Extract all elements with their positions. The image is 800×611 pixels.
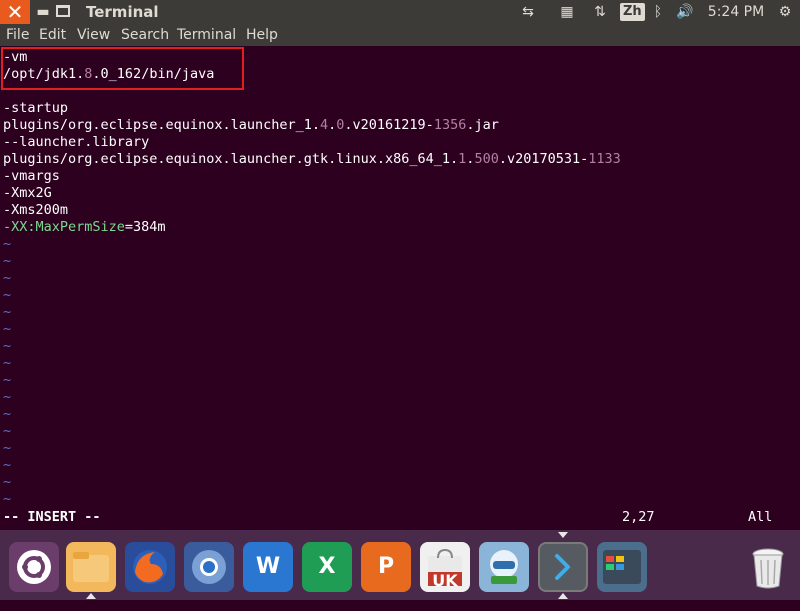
top-panel: ✕ ▬ Terminal ⇆ ▦ ⇅ Zh ᛒ 🔊 5:24 PM ⚙	[0, 0, 800, 24]
editor-line: -vmargs	[3, 168, 60, 185]
gear-icon[interactable]: ⚙	[775, 0, 795, 24]
wps-writer-icon[interactable]: W	[243, 542, 293, 592]
monitor-robot-icon	[490, 550, 518, 584]
network-indicator-icon[interactable]: ⇆	[517, 0, 539, 24]
empty-line-marker: ~	[3, 389, 12, 405]
firefox-icon[interactable]	[125, 542, 175, 592]
trash-can-icon	[752, 548, 784, 589]
chromium-logo-icon	[192, 550, 226, 584]
volume-icon[interactable]: 🔊	[673, 0, 697, 24]
clock[interactable]: 5:24 PM	[707, 0, 765, 24]
system-monitor-icon[interactable]	[479, 542, 529, 592]
empty-line-marker: ~	[3, 355, 12, 371]
chromium-icon[interactable]	[184, 542, 234, 592]
editor-text: =384m	[124, 219, 166, 235]
editor-text: plugins/org.eclipse.equinox.launcher_1.	[3, 117, 320, 133]
menu-view[interactable]: View	[77, 27, 110, 43]
empty-line-marker: ~	[3, 338, 12, 354]
menu-help[interactable]: Help	[246, 27, 278, 43]
editor-text: .v20170531-	[498, 151, 589, 167]
ubuntu-logo-icon	[17, 550, 51, 584]
folder-icon	[73, 552, 109, 582]
empty-line-marker: ~	[3, 440, 12, 456]
wps-spreadsheets-icon[interactable]: X	[302, 542, 352, 592]
files-icon[interactable]	[66, 542, 116, 592]
editor-text: -vmargs	[3, 168, 60, 184]
empty-line-marker: ~	[3, 372, 12, 388]
empty-line-marker: ~	[3, 270, 12, 286]
cursor-position: 2,27	[622, 509, 655, 525]
chevron-right-icon	[555, 554, 570, 580]
editor-line: plugins/org.eclipse.equinox.launcher.gtk…	[3, 151, 621, 168]
empty-line-marker: ~	[3, 457, 12, 473]
vim-mode-indicator: -- INSERT --	[3, 509, 101, 525]
editor-text: 1356	[433, 117, 467, 133]
editor-text: -Xms200m	[3, 202, 69, 218]
trash-icon[interactable]	[743, 542, 793, 592]
menu-terminal[interactable]: Terminal	[177, 27, 236, 43]
presentation-label: P	[377, 554, 395, 579]
empty-line-marker: ~	[3, 321, 12, 337]
empty-line-marker: ~	[3, 474, 12, 490]
editor-text: 4	[319, 117, 329, 133]
empty-line-marker: ~	[3, 423, 12, 439]
running-indicator	[558, 593, 568, 599]
menu-bar: File Edit View Search Terminal Help	[0, 24, 800, 46]
menu-edit[interactable]: Edit	[39, 27, 66, 43]
editor-line: -Xmx2G	[3, 185, 52, 202]
calendar-indicator-icon[interactable]: ▦	[556, 0, 578, 24]
terminal-text-area[interactable]: -vm/opt/jdk1.8.0_162/bin/java -startup plu…	[0, 46, 800, 530]
workspaces-grid-icon	[603, 550, 641, 584]
transfer-arrows-icon[interactable]: ⇅	[589, 0, 611, 24]
maximize-button[interactable]	[56, 5, 70, 17]
firefox-logo-icon	[133, 550, 167, 584]
editor-text: -startup	[3, 100, 69, 116]
bluetooth-icon[interactable]: ᛒ	[650, 0, 666, 24]
editor-line: -Xms200m	[3, 202, 68, 219]
minimize-button[interactable]: ▬	[34, 5, 52, 19]
editor-text: -XX:MaxPermSize	[3, 219, 125, 235]
window-title: Terminal	[86, 3, 159, 21]
close-button[interactable]: ✕	[0, 0, 30, 24]
highlight-annotation	[1, 47, 244, 90]
editor-line: -startup	[3, 100, 68, 117]
editor-line: -XX:MaxPermSize=384m	[3, 219, 166, 236]
editor-text: .jar	[466, 117, 499, 133]
editor-text: 500	[474, 151, 499, 167]
empty-line-marker: ~	[3, 287, 12, 303]
empty-line-marker: ~	[3, 236, 12, 252]
spreadsheets-label: X	[318, 554, 336, 579]
editor-text: --launcher.library	[3, 134, 150, 150]
editor-text: .v20161219-	[344, 117, 434, 133]
software-label: UK	[432, 571, 458, 590]
scroll-position: All	[748, 509, 773, 525]
writer-label: W	[255, 554, 281, 579]
empty-line-marker: ~	[3, 406, 12, 422]
editor-text: -Xmx2G	[3, 185, 52, 201]
terminal-dock-icon[interactable]	[538, 542, 588, 592]
editor-text: 1133	[588, 151, 621, 167]
editor-text: plugins/org.eclipse.equinox.launcher.gtk…	[3, 151, 459, 167]
editor-line: plugins/org.eclipse.equinox.launcher_1.4…	[3, 117, 499, 134]
launcher-dock: W X P UK	[0, 530, 800, 600]
ubuntu-dash-icon[interactable]	[9, 542, 59, 592]
active-indicator	[558, 532, 568, 538]
editor-line: --launcher.library	[3, 134, 149, 151]
ubuntu-software-icon[interactable]: UK	[420, 542, 470, 592]
empty-line-marker: ~	[3, 304, 12, 320]
empty-line-marker: ~	[3, 253, 12, 269]
running-indicator	[86, 593, 96, 599]
empty-line-marker: ~	[3, 491, 12, 507]
workspace-switcher-icon[interactable]	[597, 542, 647, 592]
input-method-indicator[interactable]: Zh	[620, 3, 645, 21]
menu-search[interactable]: Search	[121, 27, 169, 43]
wps-presentation-icon[interactable]: P	[361, 542, 411, 592]
menu-file[interactable]: File	[6, 27, 29, 43]
